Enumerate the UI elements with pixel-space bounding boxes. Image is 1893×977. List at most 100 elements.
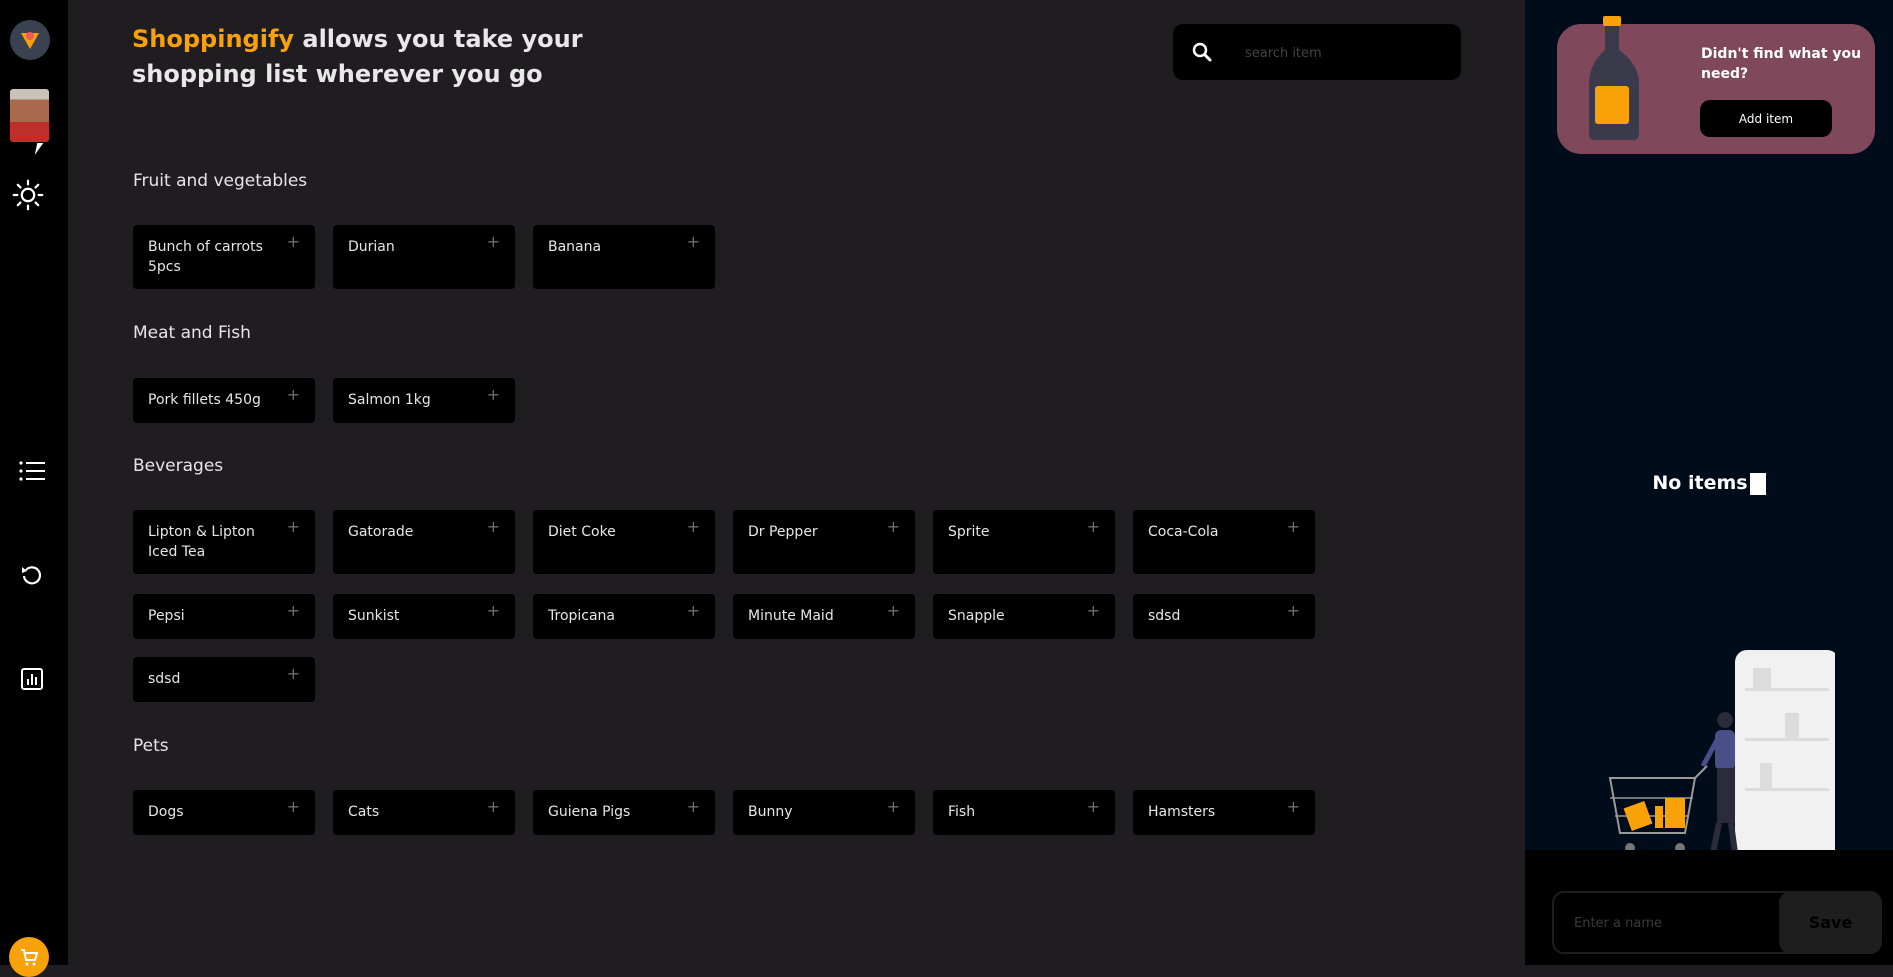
avatar[interactable]: [10, 89, 49, 142]
item-card[interactable]: Pepsi +: [133, 594, 315, 639]
add-item-prompt: Didn't find what you need?: [1701, 46, 1862, 82]
item-card[interactable]: Diet Coke +: [533, 510, 715, 574]
item-card[interactable]: Sprite +: [933, 510, 1115, 574]
category-title: Fruit and vegetables: [133, 171, 308, 191]
add-to-list-icon[interactable]: +: [287, 664, 300, 683]
add-to-list-icon[interactable]: +: [487, 232, 500, 251]
add-to-list-icon[interactable]: +: [687, 797, 700, 816]
add-to-list-icon[interactable]: +: [287, 385, 300, 404]
add-to-list-icon[interactable]: +: [1087, 517, 1100, 536]
item-name: Pork fillets 450g: [148, 392, 261, 408]
statistics-icon[interactable]: [16, 663, 48, 695]
search-input[interactable]: [1243, 41, 1447, 65]
item-card[interactable]: Durian +: [333, 225, 515, 289]
mouse-cursor-icon: [34, 143, 44, 155]
empty-list-message: No items: [1525, 472, 1893, 495]
item-card[interactable]: sdsd +: [1133, 594, 1315, 639]
add-to-list-icon[interactable]: +: [487, 797, 500, 816]
add-item-button[interactable]: Add item: [1700, 100, 1832, 137]
headline-text-line-2: shopping list wherever you go: [132, 60, 543, 88]
item-name: Salmon 1kg: [348, 392, 431, 408]
add-to-list-icon[interactable]: +: [887, 601, 900, 620]
item-name: Lipton & Lipton Iced Tea: [148, 524, 255, 560]
item-card[interactable]: Bunch of carrots 5pcs +: [133, 225, 315, 289]
add-to-list-icon[interactable]: +: [687, 517, 700, 536]
text-cursor: [1749, 472, 1766, 495]
cart-button[interactable]: [9, 937, 49, 977]
item-card[interactable]: Cats +: [333, 790, 515, 835]
headline-text: allows you take your: [294, 25, 583, 53]
add-to-list-icon[interactable]: +: [887, 797, 900, 816]
item-card[interactable]: Salmon 1kg +: [333, 378, 515, 423]
item-card[interactable]: Guiena Pigs +: [533, 790, 715, 835]
item-name: Cats: [348, 804, 380, 820]
shopping-list-panel: Didn't find what you need? Add item No i…: [1525, 0, 1893, 965]
logo-icon: [21, 32, 39, 49]
item-card[interactable]: Banana +: [533, 225, 715, 289]
add-to-list-icon[interactable]: +: [1287, 797, 1300, 816]
item-card[interactable]: Dr Pepper +: [733, 510, 915, 574]
item-name: Dogs: [148, 804, 184, 820]
logo[interactable]: [10, 20, 50, 60]
item-card[interactable]: Fish +: [933, 790, 1115, 835]
add-to-list-icon[interactable]: +: [687, 232, 700, 251]
item-name: Sunkist: [348, 608, 400, 624]
cart-icon: [21, 949, 39, 966]
brand-name: Shoppingify: [132, 25, 295, 53]
item-name: Diet Coke: [548, 524, 616, 540]
page-headline: Shoppingify allows you take your shopping…: [132, 22, 592, 92]
add-to-list-icon[interactable]: +: [487, 385, 500, 404]
add-to-list-icon[interactable]: +: [287, 517, 300, 536]
item-card[interactable]: Lipton & Lipton Iced Tea +: [133, 510, 315, 574]
search-box[interactable]: [1173, 24, 1461, 80]
add-to-list-icon[interactable]: +: [287, 232, 300, 251]
add-to-list-icon[interactable]: +: [1087, 797, 1100, 816]
add-to-list-icon[interactable]: +: [1287, 601, 1300, 620]
item-card[interactable]: Snapple +: [933, 594, 1115, 639]
item-name: Durian: [348, 239, 395, 255]
item-card[interactable]: Minute Maid +: [733, 594, 915, 639]
item-name: Minute Maid: [748, 608, 834, 624]
search-icon: [1192, 42, 1212, 62]
add-to-list-icon[interactable]: +: [1287, 517, 1300, 536]
item-name: Banana: [548, 239, 602, 255]
item-card[interactable]: Tropicana +: [533, 594, 715, 639]
add-item-card: Didn't find what you need? Add item: [1557, 16, 1875, 154]
item-card[interactable]: sdsd +: [133, 657, 315, 702]
add-to-list-icon[interactable]: +: [887, 517, 900, 536]
item-name: sdsd: [1148, 608, 1181, 624]
item-card[interactable]: Hamsters +: [1133, 790, 1315, 835]
item-name: Tropicana: [548, 608, 616, 624]
items-list-icon[interactable]: [16, 455, 48, 487]
add-to-list-icon[interactable]: +: [1087, 601, 1100, 620]
left-nav: [0, 0, 68, 977]
item-name: Fish: [948, 804, 976, 820]
category-title: Beverages: [133, 456, 224, 476]
item-card[interactable]: Sunkist +: [333, 594, 515, 639]
item-card[interactable]: Bunny +: [733, 790, 915, 835]
save-button[interactable]: Save: [1779, 891, 1882, 954]
save-list-bar: Save: [1525, 850, 1893, 965]
item-name: Pepsi: [148, 608, 185, 624]
add-to-list-icon[interactable]: +: [287, 797, 300, 816]
add-to-list-icon[interactable]: +: [687, 601, 700, 620]
theme-toggle-sun-icon[interactable]: [12, 179, 44, 211]
item-card[interactable]: Pork fillets 450g +: [133, 378, 315, 423]
category-title: Meat and Fish: [133, 323, 251, 343]
item-name: Bunny: [748, 804, 793, 820]
item-name: Gatorade: [348, 524, 414, 540]
item-name: Bunch of carrots 5pcs: [148, 239, 263, 275]
add-to-list-icon[interactable]: +: [487, 517, 500, 536]
item-name: Hamsters: [1148, 804, 1216, 820]
category-title: Pets: [133, 736, 169, 756]
item-card[interactable]: Dogs +: [133, 790, 315, 835]
item-card[interactable]: Coca-Cola +: [1133, 510, 1315, 574]
history-icon[interactable]: [16, 560, 48, 592]
list-name-input[interactable]: [1572, 911, 1776, 935]
add-to-list-icon[interactable]: +: [287, 601, 300, 620]
item-name: Coca-Cola: [1148, 524, 1219, 540]
item-name: Guiena Pigs: [548, 804, 631, 820]
shopping-cart-illustration: [1608, 650, 1835, 858]
add-to-list-icon[interactable]: +: [487, 601, 500, 620]
item-card[interactable]: Gatorade +: [333, 510, 515, 574]
